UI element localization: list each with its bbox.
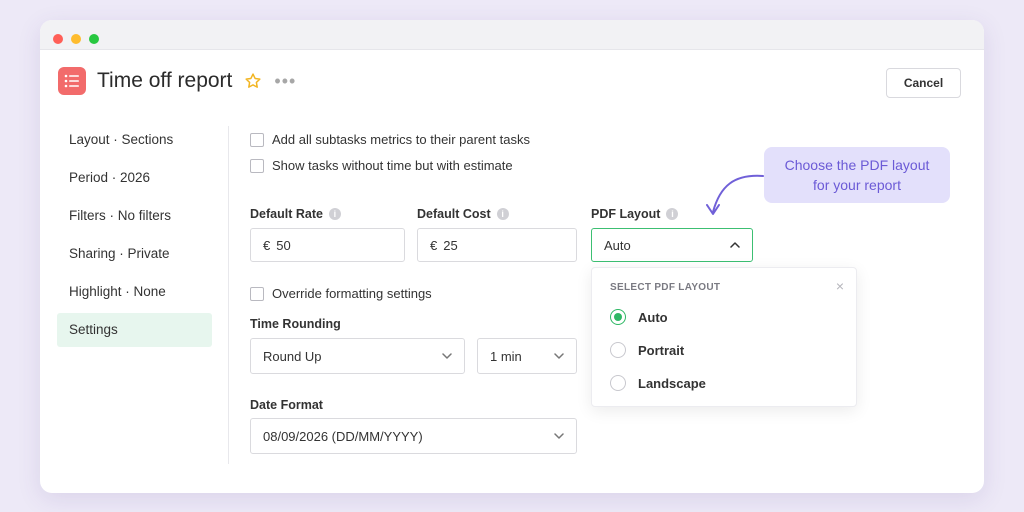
tooltip-line-2: for your report: [813, 177, 901, 193]
minimize-window-dot[interactable]: [71, 34, 81, 44]
subtasks-metrics-checkbox[interactable]: [250, 132, 264, 147]
chevron-down-icon: [442, 353, 452, 359]
pdf-option-portrait-label: Portrait: [638, 342, 685, 358]
override-formatting-label: Override formatting settings: [272, 286, 432, 301]
cancel-button[interactable]: Cancel: [886, 68, 961, 98]
default-rate-label-text: Default Rate: [250, 207, 323, 221]
app-window: Time off report ••• Cancel Layout · Sect…: [40, 20, 984, 493]
close-icon[interactable]: ×: [836, 279, 844, 293]
pdf-layout-label: PDF Layout i: [591, 207, 679, 221]
sidebar-item-sharing[interactable]: Sharing · Private: [57, 237, 212, 271]
default-cost-label-text: Default Cost: [417, 207, 491, 221]
sidebar-item-settings[interactable]: Settings: [57, 313, 212, 347]
sidebar-item-highlight[interactable]: Highlight · None: [57, 275, 212, 309]
page-title: Time off report: [97, 69, 233, 92]
subtasks-metrics-option: Add all subtasks metrics to their parent…: [250, 132, 530, 147]
info-icon[interactable]: i: [496, 208, 509, 220]
override-formatting-checkbox[interactable]: [250, 286, 264, 301]
pdf-layout-dropdown: SELECT PDF LAYOUT × Auto Portrait Landsc…: [591, 267, 857, 407]
subtasks-metrics-label: Add all subtasks metrics to their parent…: [272, 132, 530, 147]
date-format-label: Date Format: [250, 398, 323, 412]
dropdown-title: SELECT PDF LAYOUT: [610, 282, 721, 293]
default-cost-input[interactable]: € 25: [417, 228, 577, 262]
override-formatting-option: Override formatting settings: [250, 286, 432, 301]
pdf-option-auto[interactable]: Auto: [610, 309, 668, 325]
chevron-down-icon: [554, 353, 564, 359]
curved-arrow-icon: [706, 174, 764, 215]
tasks-without-time-checkbox[interactable]: [250, 158, 264, 173]
time-rounding-mode-select[interactable]: Round Up: [250, 338, 465, 374]
radio-auto[interactable]: [610, 309, 626, 325]
date-format-select[interactable]: 08/09/2026 (DD/MM/YYYY): [250, 418, 577, 454]
more-options-icon[interactable]: •••: [274, 72, 296, 90]
pdf-option-landscape[interactable]: Landscape: [610, 375, 706, 391]
default-cost-value: 25: [443, 237, 458, 253]
sidebar-item-filters[interactable]: Filters · No filters: [57, 199, 212, 233]
info-icon[interactable]: i: [666, 208, 679, 220]
time-rounding-mode-value: Round Up: [263, 348, 322, 364]
sidebar-item-period[interactable]: Period · 2026: [57, 161, 212, 195]
pdf-option-landscape-label: Landscape: [638, 375, 706, 391]
default-rate-label: Default Rate i: [250, 207, 341, 221]
tasks-without-time-label: Show tasks without time but with estimat…: [272, 158, 513, 173]
list-icon: [58, 67, 86, 95]
report-header: Time off report •••: [58, 66, 296, 96]
default-cost-label: Default Cost i: [417, 207, 509, 221]
sidebar-item-layout[interactable]: Layout · Sections: [57, 123, 212, 157]
sidebar-divider: [228, 126, 229, 464]
radio-landscape[interactable]: [610, 375, 626, 391]
star-icon[interactable]: [244, 72, 262, 90]
time-rounding-interval-select[interactable]: 1 min: [477, 338, 577, 374]
time-rounding-interval-value: 1 min: [490, 348, 522, 364]
info-icon[interactable]: i: [328, 208, 341, 220]
close-window-dot[interactable]: [53, 34, 63, 44]
window-titlebar: [40, 20, 984, 50]
tasks-without-time-option: Show tasks without time but with estimat…: [250, 158, 513, 173]
pdf-layout-tooltip: Choose the PDF layout for your report: [764, 147, 950, 203]
date-format-value: 08/09/2026 (DD/MM/YYYY): [263, 428, 423, 444]
radio-portrait[interactable]: [610, 342, 626, 358]
pdf-option-auto-label: Auto: [638, 309, 668, 325]
default-rate-value: 50: [276, 237, 291, 253]
chevron-down-icon: [554, 433, 564, 439]
time-rounding-label: Time Rounding: [250, 317, 341, 331]
pdf-layout-select[interactable]: Auto: [591, 228, 753, 262]
tooltip-line-1: Choose the PDF layout: [784, 157, 930, 173]
default-cost-currency: €: [430, 237, 438, 253]
pdf-layout-label-text: PDF Layout: [591, 207, 661, 221]
chevron-up-icon: [730, 242, 740, 248]
sidebar: Layout · Sections Period · 2026 Filters …: [57, 123, 212, 351]
default-rate-currency: €: [263, 237, 271, 253]
maximize-window-dot[interactable]: [89, 34, 99, 44]
pdf-option-portrait[interactable]: Portrait: [610, 342, 684, 358]
pdf-layout-value: Auto: [604, 237, 631, 253]
default-rate-input[interactable]: € 50: [250, 228, 405, 262]
